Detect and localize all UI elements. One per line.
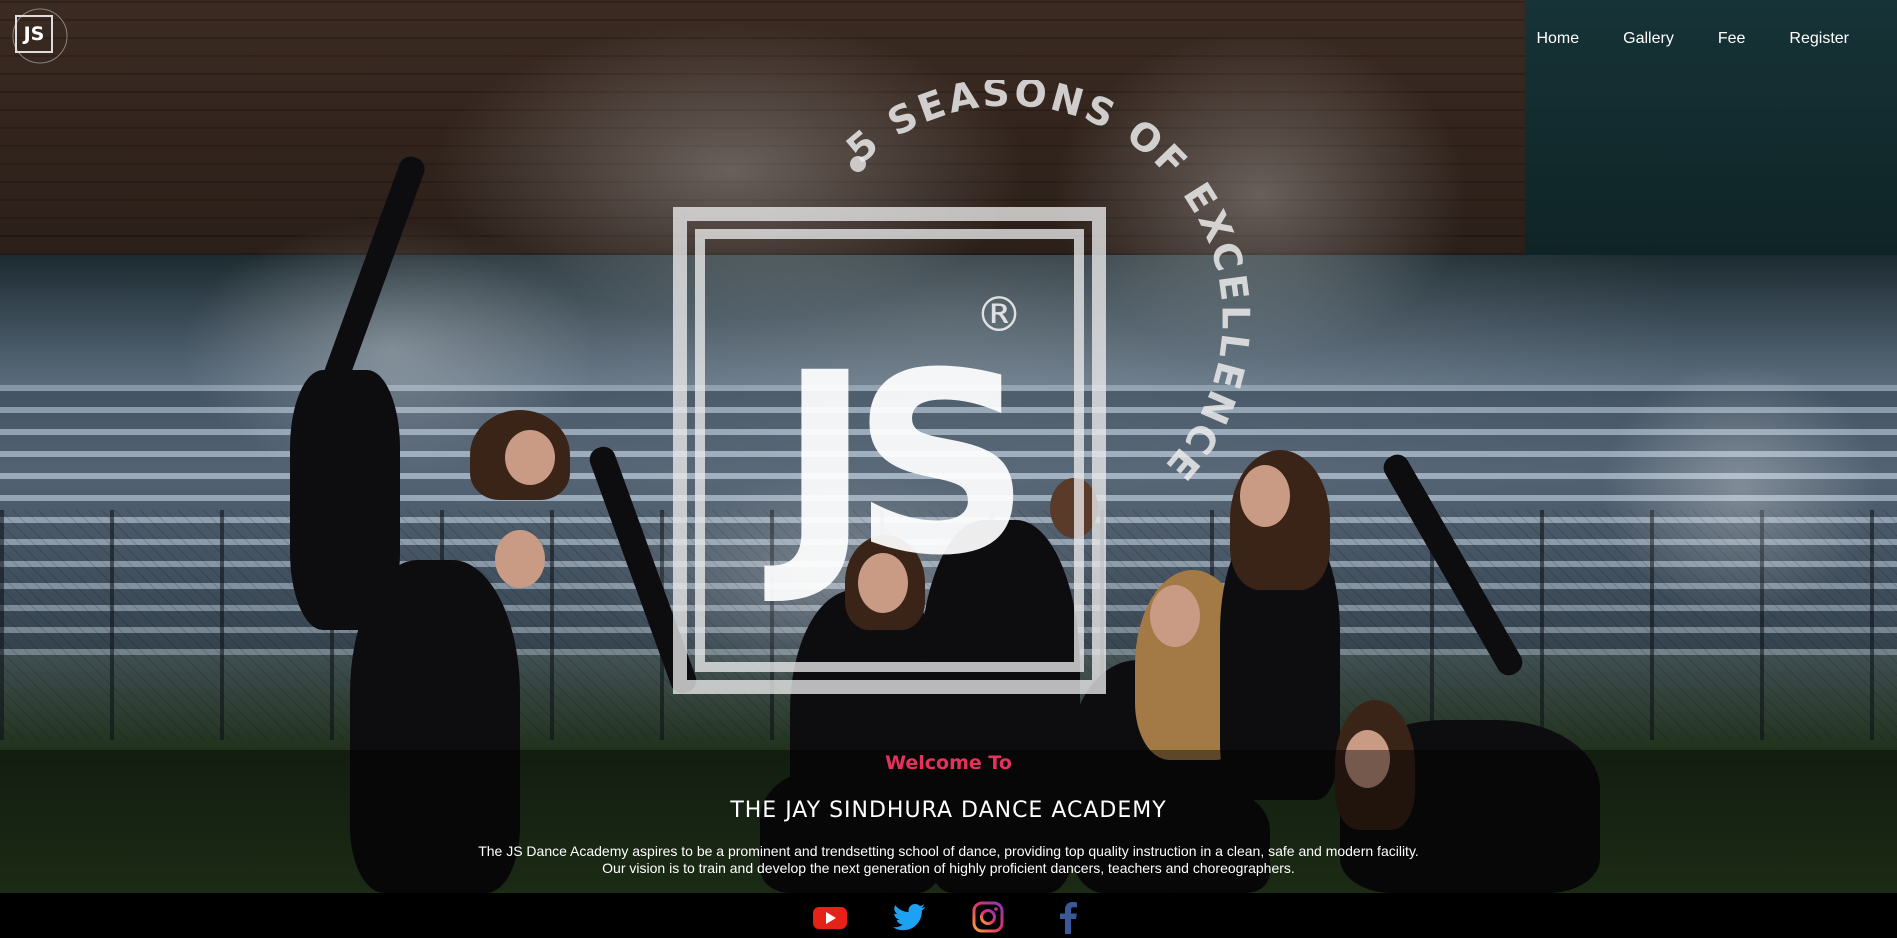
dancer-figure — [1150, 585, 1200, 647]
footer — [0, 893, 1897, 938]
dancer-figure — [495, 530, 545, 588]
instagram-icon[interactable] — [970, 900, 1006, 934]
svg-text:5 SEASONS OF EXCELLENCE: 5 SEASONS OF EXCELLENCE — [838, 80, 1257, 490]
mission-line-2: Our vision is to train and develop the n… — [602, 860, 1295, 876]
nav-gallery[interactable]: Gallery — [1601, 30, 1696, 48]
academy-title: THE JAY SINDHURA DANCE ACADEMY — [730, 798, 1167, 823]
twitter-icon[interactable] — [891, 900, 927, 934]
emblem-arc-text: 5 SEASONS OF EXCELLENCE — [838, 80, 1257, 490]
mission-line-1: The JS Dance Academy aspires to be a pro… — [478, 843, 1419, 859]
mission-statement: The JS Dance Academy aspires to be a pro… — [0, 843, 1897, 877]
youtube-icon[interactable] — [812, 900, 848, 934]
smoke-cloud — [1600, 360, 1880, 620]
emblem-arc-label: 5 SEASONS OF EXCELLENCE — [838, 80, 1254, 490]
main-nav: Home Gallery Fee Register — [1514, 0, 1897, 77]
site-logo[interactable]: JS — [10, 6, 68, 64]
facebook-icon[interactable] — [1050, 900, 1086, 934]
nav-fee[interactable]: Fee — [1696, 30, 1768, 48]
nav-register[interactable]: Register — [1767, 30, 1871, 48]
welcome-label: Welcome To — [885, 752, 1012, 774]
nav-home[interactable]: Home — [1514, 30, 1601, 48]
dancer-figure — [505, 430, 555, 485]
site-logo-letters: JS — [15, 15, 53, 53]
